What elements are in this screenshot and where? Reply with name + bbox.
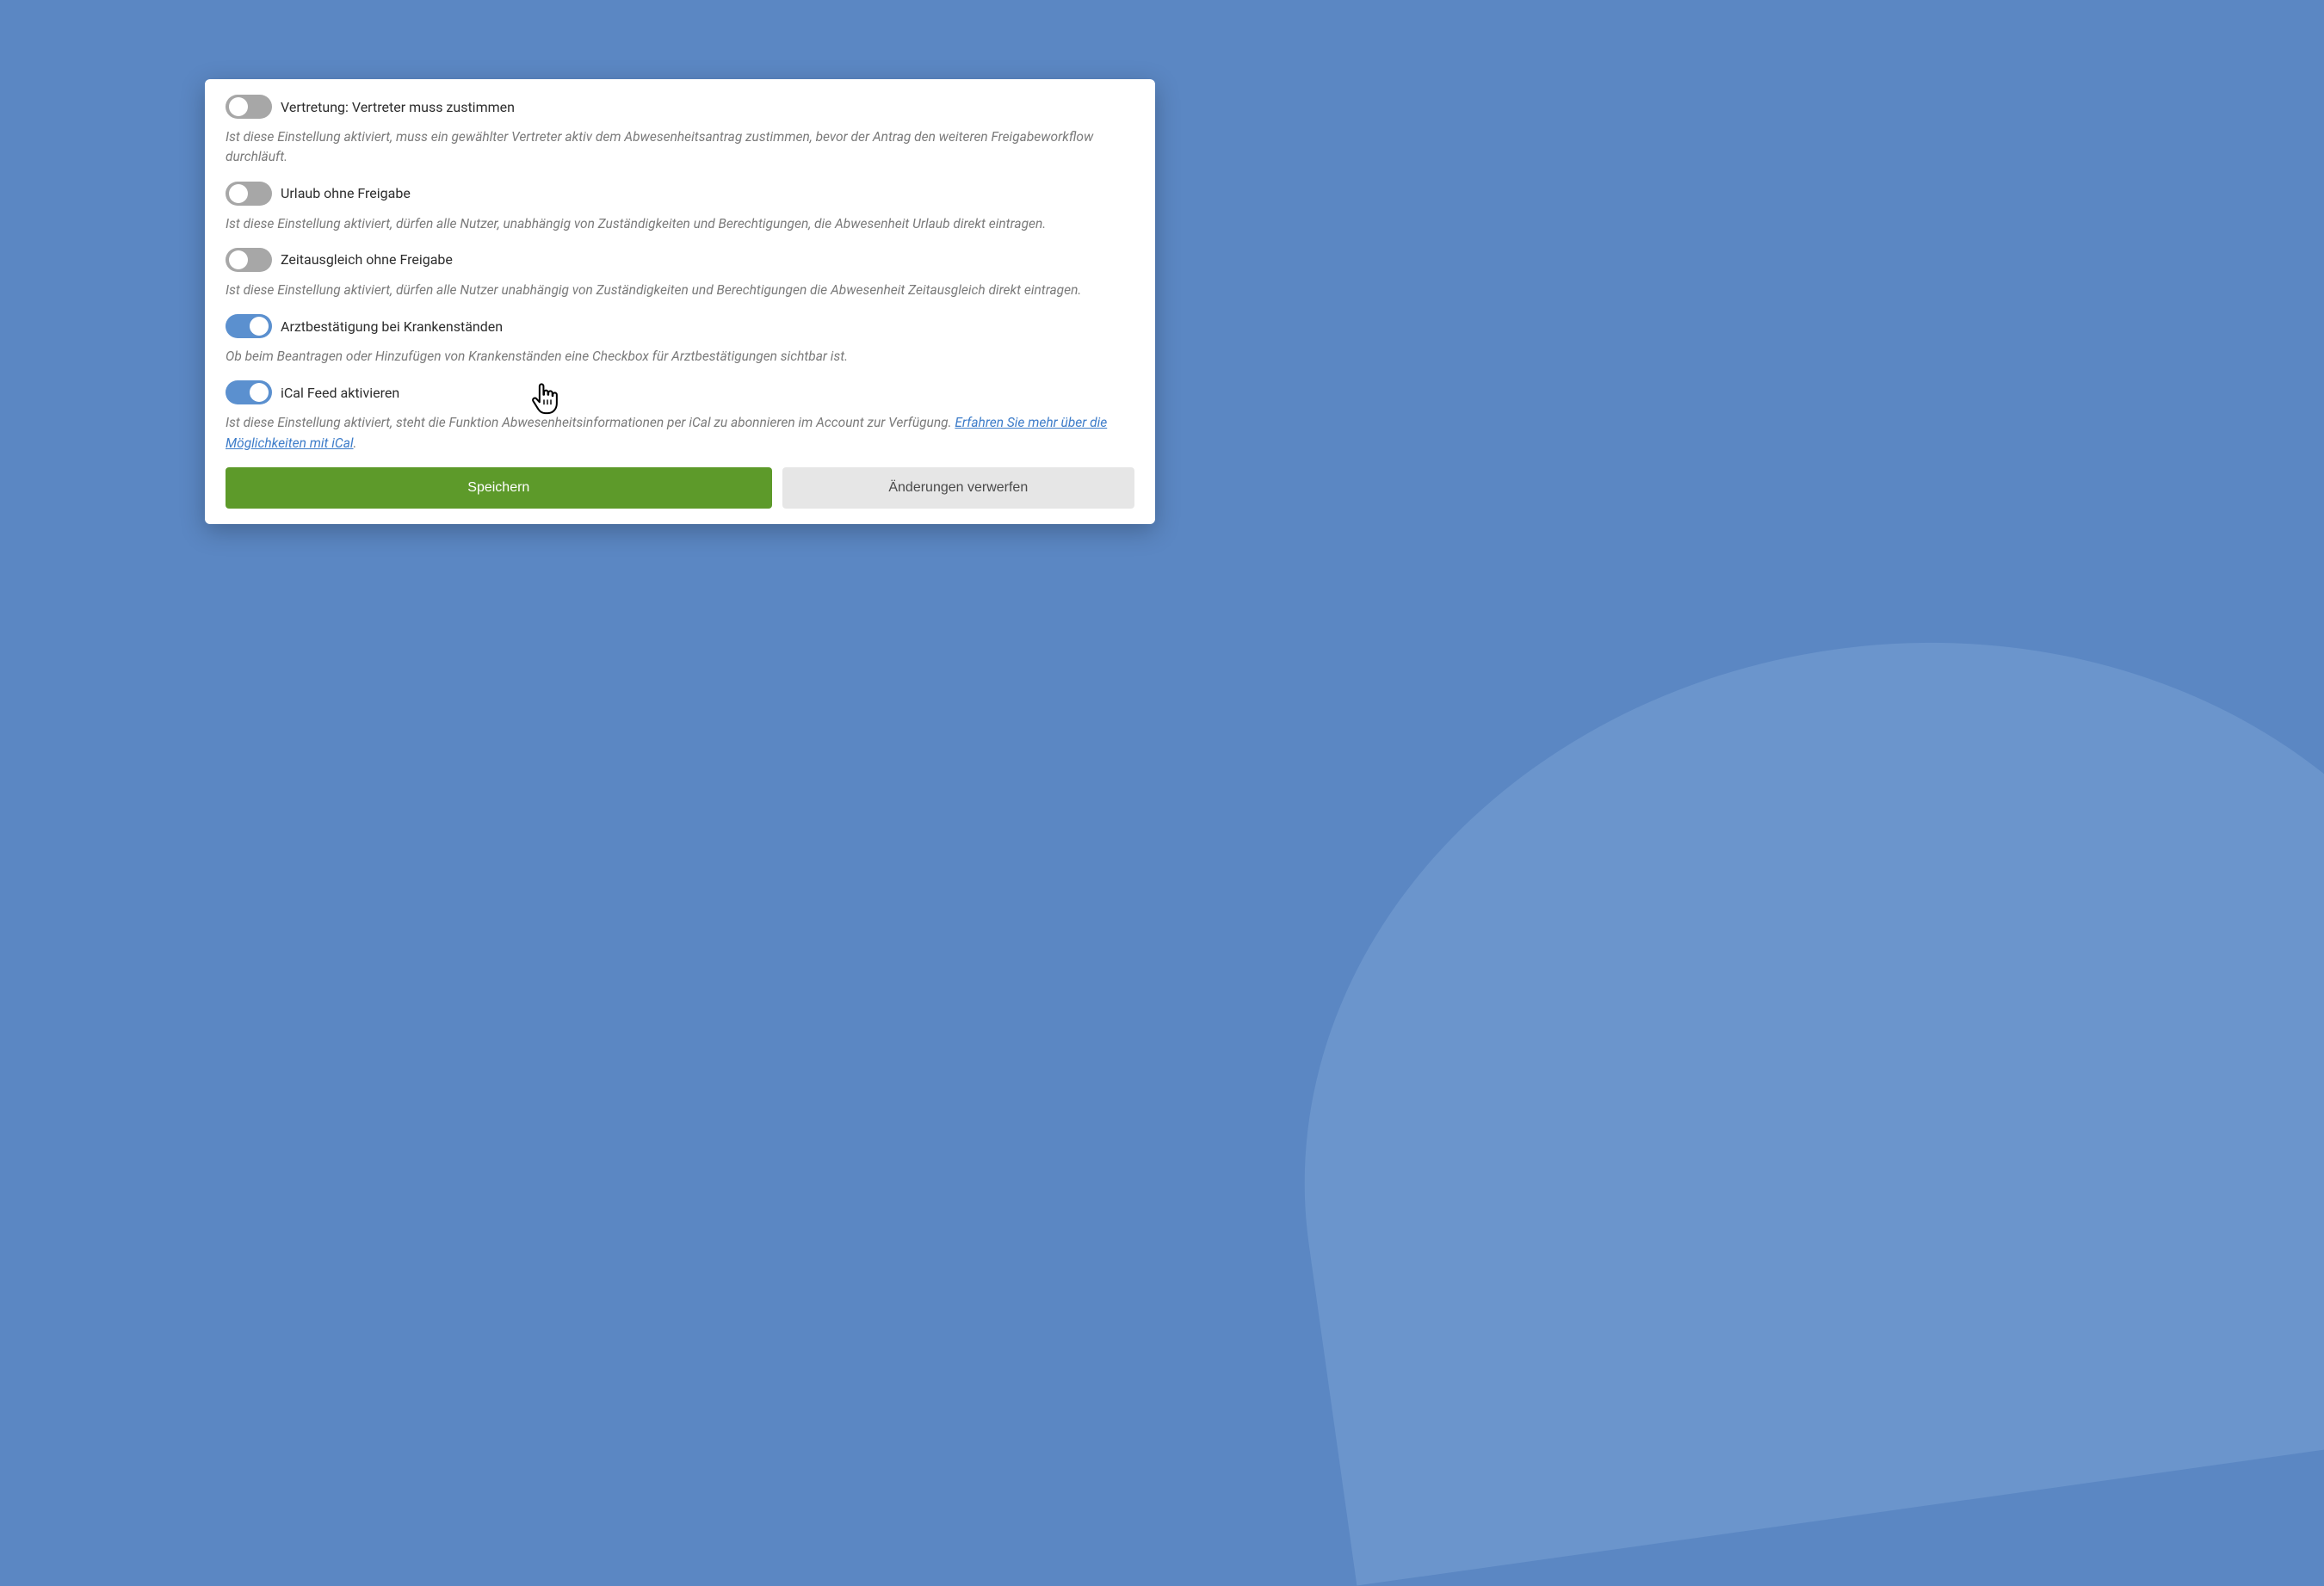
toggle-knob bbox=[229, 250, 248, 269]
toggle-ical[interactable] bbox=[226, 380, 272, 404]
toggle-arztbestaetigung[interactable] bbox=[226, 314, 272, 338]
setting-zeitausgleich: Zeitausgleich ohne Freigabe bbox=[226, 248, 1134, 272]
setting-label: Arztbestätigung bei Krankenständen bbox=[281, 318, 503, 335]
setting-vertretung: Vertretung: Vertreter muss zustimmen bbox=[226, 95, 1134, 119]
setting-description: Ist diese Einstellung aktiviert, dürfen … bbox=[226, 214, 1134, 234]
background-swoop bbox=[1237, 565, 2324, 1585]
toggle-knob bbox=[250, 317, 269, 336]
setting-label: Zeitausgleich ohne Freigabe bbox=[281, 251, 453, 268]
setting-description-trailing: . bbox=[354, 435, 357, 451]
toggle-knob bbox=[229, 97, 248, 116]
settings-card: Vertretung: Vertreter muss zustimmen Ist… bbox=[205, 79, 1155, 524]
discard-button[interactable]: Änderungen verwerfen bbox=[782, 467, 1134, 509]
save-button[interactable]: Speichern bbox=[226, 467, 772, 509]
setting-description: Ist diese Einstellung aktiviert, dürfen … bbox=[226, 281, 1134, 300]
setting-description-text: Ist diese Einstellung aktiviert, steht d… bbox=[226, 415, 955, 430]
toggle-urlaub[interactable] bbox=[226, 182, 272, 206]
toggle-knob bbox=[229, 184, 248, 203]
setting-label: iCal Feed aktivieren bbox=[281, 385, 399, 401]
setting-description: Ob beim Beantragen oder Hinzufügen von K… bbox=[226, 347, 1134, 367]
toggle-zeitausgleich[interactable] bbox=[226, 248, 272, 272]
setting-description: Ist diese Einstellung aktiviert, muss ei… bbox=[226, 127, 1134, 168]
setting-urlaub: Urlaub ohne Freigabe bbox=[226, 182, 1134, 206]
toggle-vertretung[interactable] bbox=[226, 95, 272, 119]
setting-ical: iCal Feed aktivieren bbox=[226, 380, 1134, 404]
toggle-knob bbox=[250, 383, 269, 402]
button-row: Speichern Änderungen verwerfen bbox=[226, 467, 1134, 509]
setting-description: Ist diese Einstellung aktiviert, steht d… bbox=[226, 413, 1134, 454]
setting-label: Vertretung: Vertreter muss zustimmen bbox=[281, 99, 515, 115]
setting-label: Urlaub ohne Freigabe bbox=[281, 185, 411, 201]
setting-arztbestaetigung: Arztbestätigung bei Krankenständen bbox=[226, 314, 1134, 338]
